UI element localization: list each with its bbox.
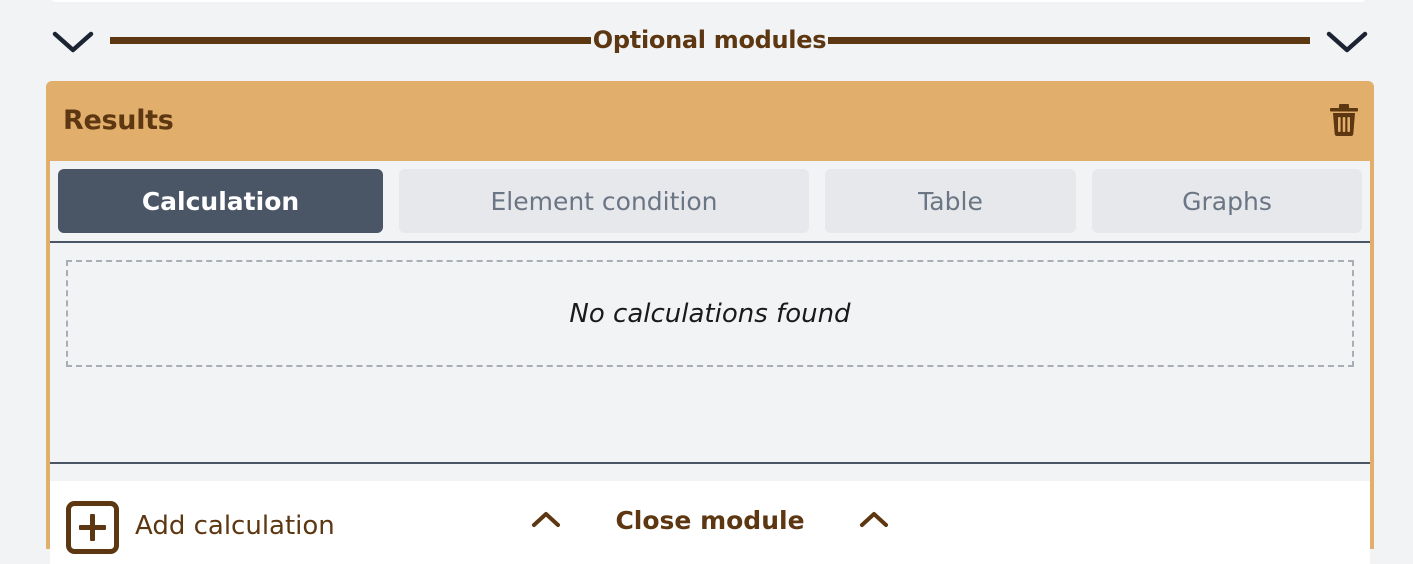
optional-modules-divider: Optional modules (46, 22, 1374, 62)
module-header: Results (46, 81, 1374, 161)
chevron-down-icon[interactable] (1320, 22, 1374, 62)
tab-divider (50, 241, 1370, 243)
tab-calculation[interactable]: Calculation (58, 169, 383, 233)
chevron-up-icon (860, 512, 888, 527)
chevron-up-icon (532, 512, 560, 527)
divider-line-right (828, 37, 1310, 44)
module-body: Calculation Element condition Table Grap… (50, 161, 1370, 564)
results-module: Results Calculation Element condition Ta… (46, 81, 1374, 564)
page: Optional modules Results Calculation Ele… (0, 0, 1413, 564)
tab-bar: Calculation Element condition Table Grap… (50, 161, 1370, 241)
divider-title: Optional modules (592, 26, 827, 54)
delete-module-button[interactable] (1328, 102, 1360, 138)
content-divider (50, 462, 1370, 464)
divider-line-left (110, 37, 591, 44)
tab-element-condition[interactable]: Element condition (399, 169, 809, 233)
close-module-label: Close module (615, 506, 805, 535)
module-title: Results (63, 105, 174, 136)
empty-state-message: No calculations found (66, 260, 1354, 367)
previous-card-edge (50, 0, 1367, 2)
close-module-button[interactable]: Close module (46, 493, 1374, 549)
tab-graphs[interactable]: Graphs (1092, 169, 1362, 233)
chevron-down-icon[interactable] (46, 22, 100, 62)
trash-icon (1330, 104, 1358, 136)
tab-table[interactable]: Table (825, 169, 1076, 233)
